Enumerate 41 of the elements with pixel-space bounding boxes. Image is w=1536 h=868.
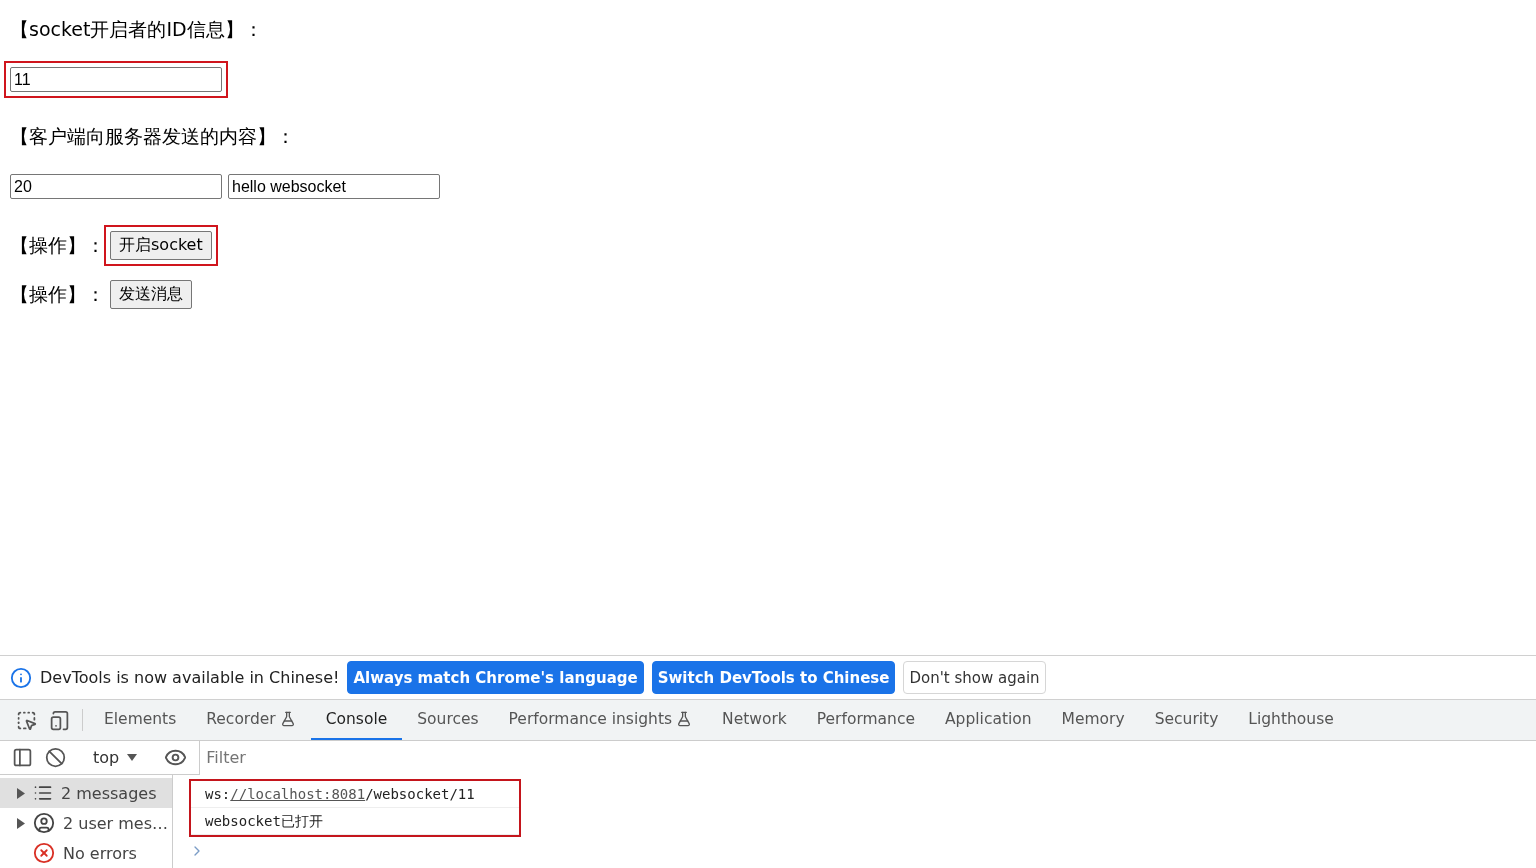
list-icon (33, 783, 53, 803)
devtools-tab[interactable]: Performance insights (493, 700, 708, 740)
devtools-tab[interactable]: Security (1139, 700, 1234, 740)
filter-field[interactable]: Filter (199, 740, 1536, 775)
context-selector[interactable]: top (85, 748, 146, 767)
dropdown-icon (127, 753, 138, 762)
content-label: 【客户端向服务器发送的内容】： (10, 124, 296, 149)
id-label: 【socket开启者的ID信息】： (10, 17, 264, 42)
log-message: ws://localhost:8081/websocket/11 (191, 781, 519, 808)
log-link[interactable]: //localhost:8081 (230, 786, 366, 802)
action-button[interactable]: 发送消息 (110, 280, 192, 309)
banner-button[interactable]: Don't show again (903, 661, 1046, 694)
devtools-tab[interactable]: Sources (402, 700, 494, 740)
action-label: 【操作】： (10, 281, 106, 307)
devtools-tab[interactable]: Performance (801, 700, 930, 740)
action-label: 【操作】： (10, 232, 106, 258)
sidebar-item[interactable]: 2 user mes… (0, 808, 172, 838)
sidebar-item[interactable]: No errors (0, 838, 172, 868)
devtools-tab[interactable]: Recorder (191, 700, 311, 740)
id-input[interactable]: 11 (10, 67, 222, 92)
banner-button[interactable]: Always match Chrome's language (347, 661, 644, 694)
sidebar-label: 2 messages (61, 783, 157, 803)
user-icon (33, 812, 55, 834)
content-input[interactable]: 20 (10, 174, 222, 199)
action-button[interactable]: 开启socket (110, 231, 212, 260)
content-input[interactable]: hello websocket (228, 174, 440, 199)
banner-message: DevTools is now available in Chinese! (40, 668, 340, 687)
devtools-tab[interactable]: Network (707, 700, 802, 740)
devtools-tab[interactable]: Lighthouse (1233, 700, 1349, 740)
log-message: websocket已打开 (191, 808, 519, 835)
sidebar-label: 2 user mes… (63, 813, 168, 833)
sidebar-label: No errors (63, 843, 137, 863)
devtools-tab[interactable]: Memory (1046, 700, 1140, 740)
flask-icon (676, 711, 693, 727)
error-icon (33, 842, 55, 864)
sidebar-item[interactable]: 2 messages (0, 778, 172, 808)
flask-icon (279, 711, 296, 727)
banner-button[interactable]: Switch DevTools to Chinese (651, 661, 896, 694)
devtools-tab[interactable]: Application (930, 700, 1047, 740)
info-icon (10, 666, 32, 689)
devtools-tab[interactable]: Elements (89, 700, 192, 740)
